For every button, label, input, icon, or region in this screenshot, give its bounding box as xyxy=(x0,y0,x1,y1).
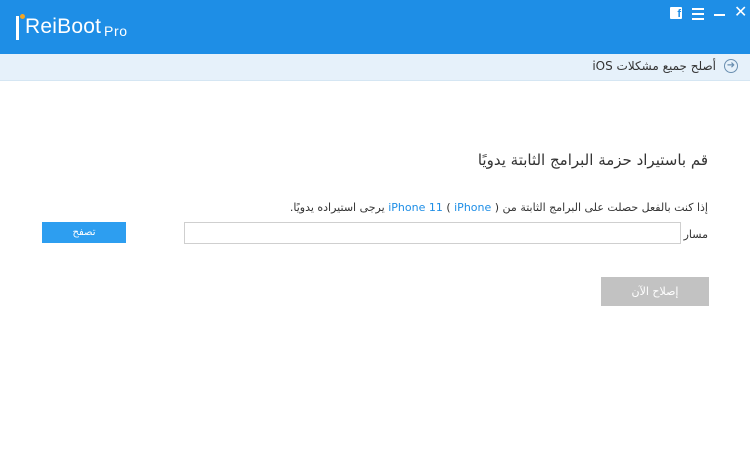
arrow-right-icon[interactable]: ➜ xyxy=(724,59,738,73)
breadcrumb: أصلح جميع مشكلات iOS ➜ xyxy=(0,54,750,81)
app-edition: Pro xyxy=(104,23,128,39)
browse-button[interactable]: تصفح xyxy=(42,222,126,243)
page-title: قم باستيراد حزمة البرامج الثابتة يدويًا xyxy=(477,151,708,169)
breadcrumb-label: أصلح جميع مشكلات iOS xyxy=(592,59,716,73)
fix-now-button[interactable]: إصلاح الآن xyxy=(601,277,709,306)
title-bar: ReiBoot Pro f ✕ xyxy=(0,0,750,54)
model-link: iPhone 11 xyxy=(388,201,443,214)
facebook-icon[interactable]: f xyxy=(670,7,682,20)
device-link: iPhone xyxy=(454,201,492,214)
path-input[interactable] xyxy=(184,222,681,244)
path-label: مسار xyxy=(683,228,708,241)
app-name: ReiBoot xyxy=(25,15,102,38)
close-icon[interactable]: ✕ xyxy=(734,5,747,21)
firmware-hint: إذا كنت بالفعل حصلت على البرامج الثابتة … xyxy=(289,201,708,214)
menu-icon[interactable] xyxy=(692,7,704,21)
minimize-icon[interactable] xyxy=(714,7,725,21)
